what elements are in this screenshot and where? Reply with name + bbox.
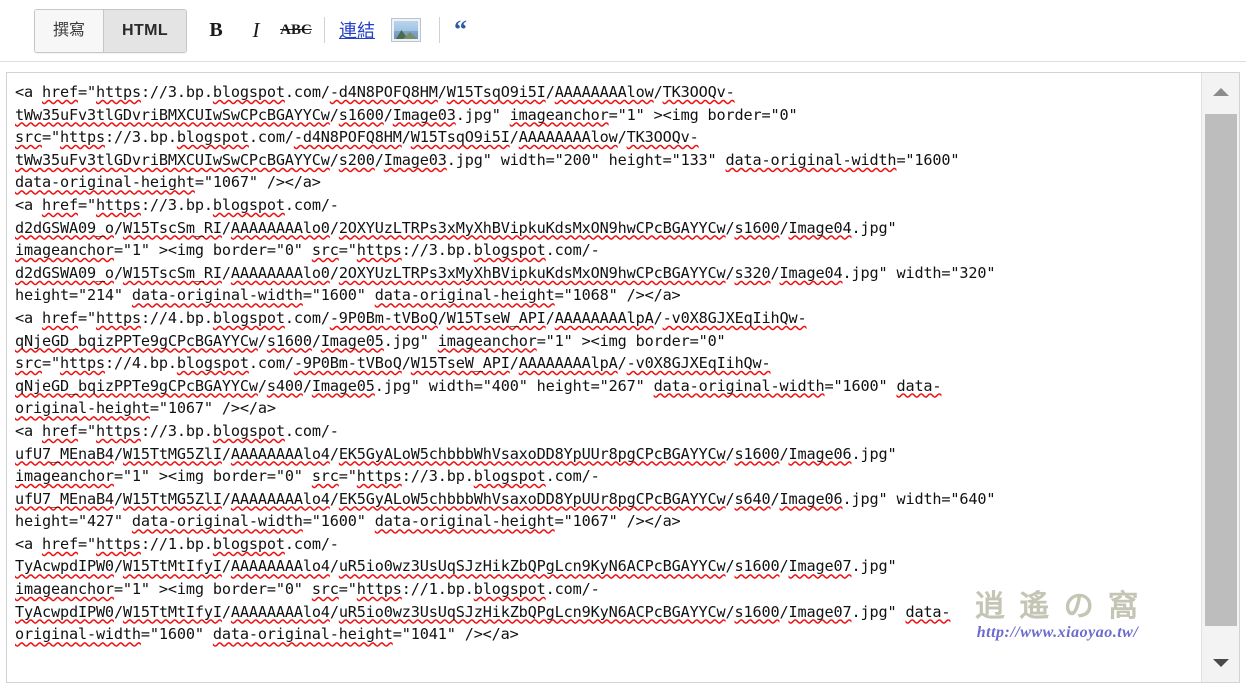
code-line: imageanchor="1" ><img border="0" src="ht… xyxy=(15,467,600,486)
editor-toolbar: 撰寫 HTML B I ABC 連結 “ xyxy=(0,0,1246,62)
tab-html[interactable]: HTML xyxy=(104,10,187,52)
code-line: TyAcwpdIPW0/W15TtMtIfyI/AAAAAAAAlo4/uR5i… xyxy=(15,557,897,576)
code-line: original-width="1600" data-original-heig… xyxy=(15,625,519,644)
scrollbar-thumb[interactable] xyxy=(1205,114,1237,626)
code-line: d2dGSWA09_o/W15TscSm_RI/AAAAAAAAlo0/2OXY… xyxy=(15,263,996,282)
formatting-toolbar: B I ABC 連結 “ xyxy=(196,9,473,51)
strikethrough-label: ABC xyxy=(280,21,312,38)
scroll-up-arrow-icon[interactable] xyxy=(1202,73,1240,111)
italic-label: I xyxy=(252,17,260,42)
link-label: 連結 xyxy=(339,21,375,41)
code-line: ufU7_MEnaB4/W15TtMG5ZlI/AAAAAAAAlo4/EK5G… xyxy=(15,444,897,463)
blockquote-label: “ xyxy=(454,15,467,44)
code-line: qNjeGD_bqizPPTe9gCPcBGAYYCw/s1600/Image0… xyxy=(15,331,726,350)
insert-image-icon[interactable] xyxy=(391,18,421,42)
code-line: ufU7_MEnaB4/W15TtMG5ZlI/AAAAAAAAlo4/EK5G… xyxy=(15,489,996,508)
code-line: <a href="https://1.bp.blogspot.com/- xyxy=(15,534,339,553)
code-line: <a href="https://4.bp.blogspot.com/-9P0B… xyxy=(15,308,807,327)
code-line: <a href="https://3.bp.blogspot.com/- xyxy=(15,195,339,214)
blockquote-icon[interactable]: “ xyxy=(448,17,473,43)
bold-button[interactable]: B xyxy=(196,11,236,49)
code-line: height="427" data-original-width="1600" … xyxy=(15,512,681,531)
code-line: tWw35uFv3tlGDvriBMXCUIwSwCPcBGAYYCw/s160… xyxy=(15,105,798,124)
code-line: TyAcwpdIPW0/W15TtMtIfyI/AAAAAAAAlo4/uR5i… xyxy=(15,602,951,621)
code-line: imageanchor="1" ><img border="0" src="ht… xyxy=(15,580,600,599)
link-button[interactable]: 連結 xyxy=(333,17,381,43)
editor-vertical-scrollbar[interactable] xyxy=(1201,73,1239,682)
code-line: imageanchor="1" ><img border="0" src="ht… xyxy=(15,241,600,260)
italic-button[interactable]: I xyxy=(236,11,276,49)
code-line: height="214" data-original-width="1600" … xyxy=(15,286,681,305)
tab-html-label: HTML xyxy=(122,22,169,39)
code-line: src="https://4.bp.blogspot.com/-9P0Bm-tV… xyxy=(15,354,771,373)
code-line: data-original-height="1067" /></a> xyxy=(15,173,321,192)
code-line: <a href="https://3.bp.blogspot.com/-d4N8… xyxy=(15,83,735,101)
image-thumbnail-glyph xyxy=(394,21,418,39)
code-line: original-height="1067" /></a> xyxy=(15,399,276,418)
blogger-post-editor: 撰寫 HTML B I ABC 連結 “ <a href="https://3.… xyxy=(0,0,1246,689)
code-line: tWw35uFv3tlGDvriBMXCUIwSwCPcBGAYYCw/s200… xyxy=(15,150,960,169)
strikethrough-button[interactable]: ABC xyxy=(276,11,316,49)
toolbar-divider xyxy=(324,17,325,43)
code-line: d2dGSWA09_o/W15TscSm_RI/AAAAAAAAlo0/2OXY… xyxy=(15,218,897,237)
code-line: qNjeGD_bqizPPTe9gCPcBGAYYCw/s400/Image05… xyxy=(15,376,942,395)
bold-label: B xyxy=(209,18,223,41)
toolbar-divider-2 xyxy=(439,17,440,43)
scroll-down-arrow-icon[interactable] xyxy=(1202,644,1240,682)
code-line: <a href="https://3.bp.blogspot.com/- xyxy=(15,421,339,440)
tab-compose[interactable]: 撰寫 xyxy=(35,10,105,52)
editor-mode-tabs: 撰寫 HTML xyxy=(34,9,188,53)
html-code-textarea[interactable]: <a href="https://3.bp.blogspot.com/-d4N8… xyxy=(7,73,1201,682)
tab-compose-label: 撰寫 xyxy=(53,22,86,39)
html-source-editor[interactable]: <a href="https://3.bp.blogspot.com/-d4N8… xyxy=(6,72,1240,683)
code-line: src="https://3.bp.blogspot.com/-d4N8POFQ… xyxy=(15,128,699,147)
